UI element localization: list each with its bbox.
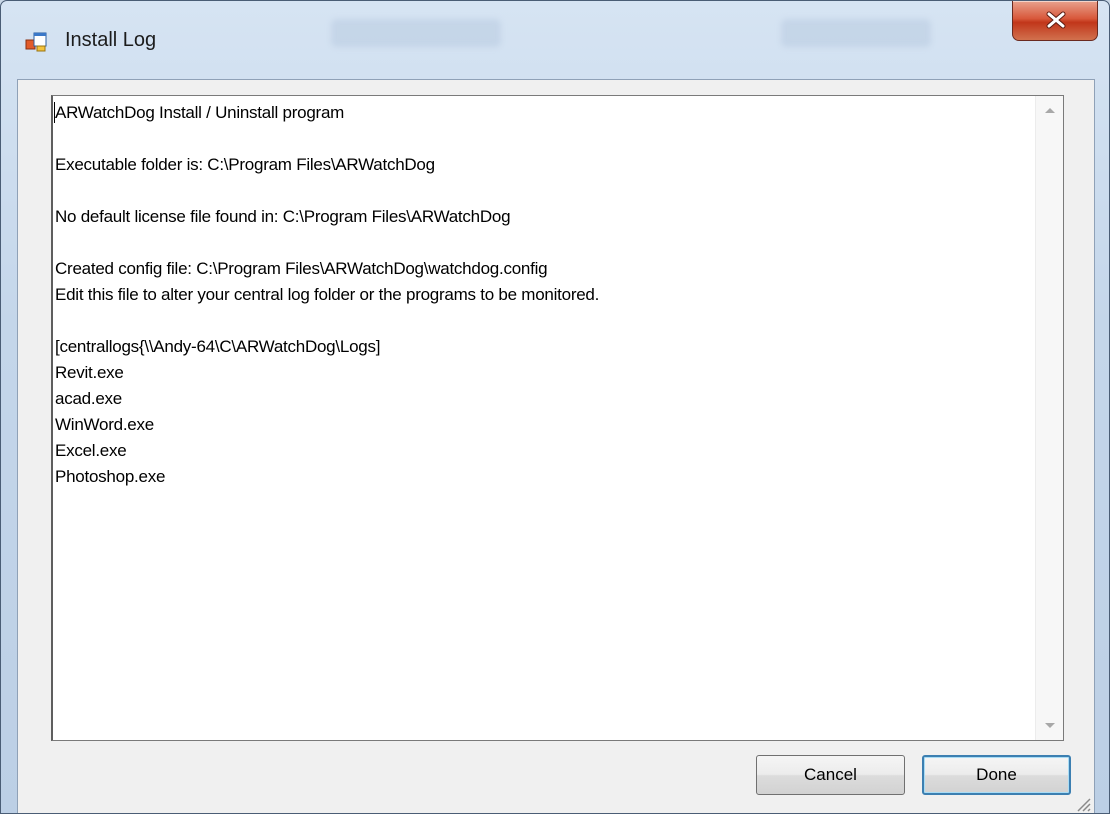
log-line: acad.exe xyxy=(55,389,122,408)
log-blank-line xyxy=(55,126,1033,152)
window-title: Install Log xyxy=(65,29,157,51)
log-line: Revit.exe xyxy=(55,363,124,382)
log-line: WinWord.exe xyxy=(55,415,154,434)
close-icon xyxy=(1046,11,1066,29)
close-button[interactable] xyxy=(1012,1,1098,41)
log-blank-line xyxy=(55,230,1033,256)
log-text: ARWatchDog Install / Uninstall program Ex… xyxy=(55,100,1033,740)
log-line: Excel.exe xyxy=(55,441,127,460)
log-line: [centrallogs{\\Andy-64\C\ARWatchDog\Logs… xyxy=(55,337,381,356)
log-blank-line xyxy=(55,308,1033,334)
log-line: No default license file found in: C:\Pro… xyxy=(55,207,511,226)
log-blank-line xyxy=(55,178,1033,204)
install-log-textbox[interactable]: ARWatchDog Install / Uninstall program Ex… xyxy=(51,95,1064,741)
title-bar[interactable]: Install Log xyxy=(1,1,1109,81)
log-line: Photoshop.exe xyxy=(55,467,166,486)
done-button[interactable]: Done xyxy=(922,755,1071,795)
log-line: Created config file: C:\Program Files\AR… xyxy=(55,259,548,278)
log-line: Edit this file to alter your central log… xyxy=(55,285,600,304)
dialog-client-area: ARWatchDog Install / Uninstall program Ex… xyxy=(17,79,1095,813)
scroll-up-arrow-icon[interactable] xyxy=(1045,108,1055,113)
scroll-down-arrow-icon[interactable] xyxy=(1045,723,1055,728)
resize-grip-icon[interactable] xyxy=(1074,795,1092,813)
log-line: ARWatchDog Install / Uninstall program xyxy=(55,103,345,122)
cancel-button[interactable]: Cancel xyxy=(756,755,905,795)
install-log-window: Install Log ARWatchDog Install / Uninsta… xyxy=(0,0,1110,814)
vertical-scrollbar[interactable] xyxy=(1035,96,1063,740)
app-window-icon xyxy=(25,31,47,53)
log-line: Executable folder is: C:\Program Files\A… xyxy=(55,155,435,174)
